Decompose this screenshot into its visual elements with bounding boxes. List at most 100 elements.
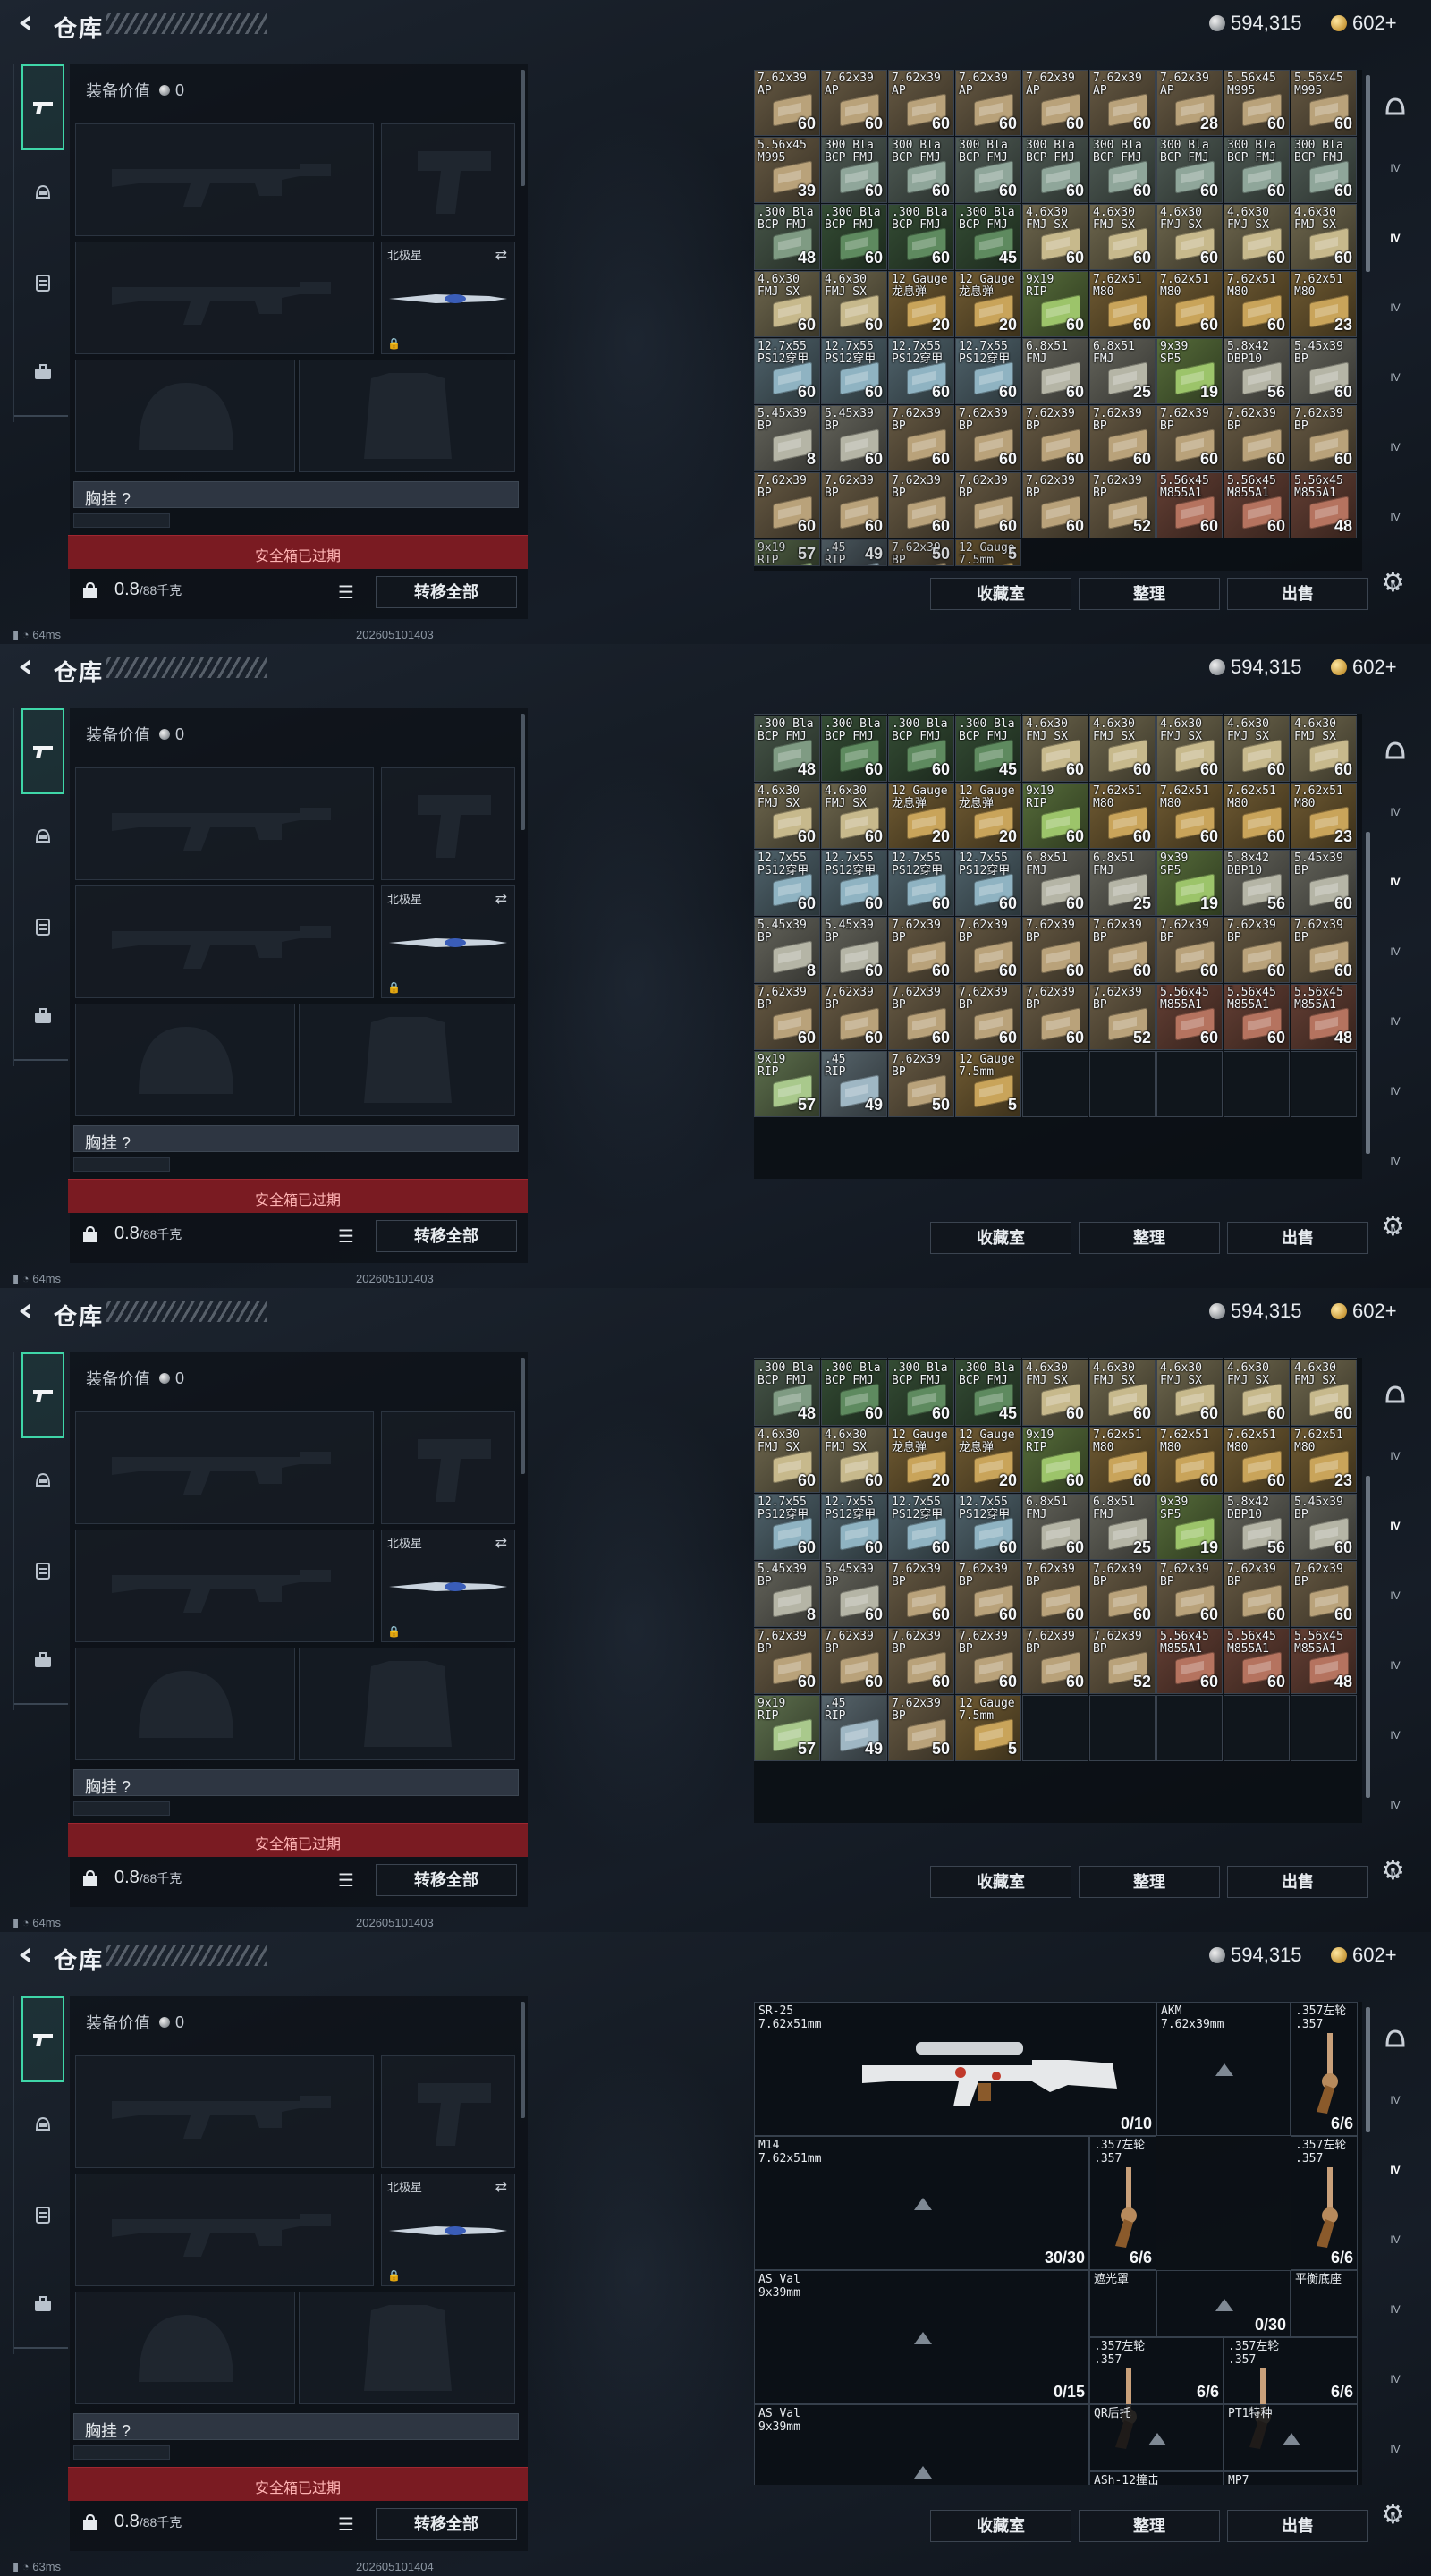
container-tab[interactable]: IV bbox=[1377, 1859, 1413, 1891]
container-tab[interactable]: IV bbox=[1377, 936, 1413, 968]
list-icon[interactable]: ☰ bbox=[338, 581, 354, 604]
nav-backpack[interactable] bbox=[21, 1639, 64, 1682]
ammo-item[interactable]: 300 Bla BCP FMJ60 bbox=[1022, 714, 1088, 715]
ammo-item[interactable]: 12 Gauge 龙息弹 20 bbox=[955, 271, 1021, 337]
ammo-item[interactable]: 7.62x39 AP 60 bbox=[955, 70, 1021, 136]
empty-slot[interactable] bbox=[1291, 1051, 1357, 1117]
ammo-item[interactable]: 5.45x39 BP 60 bbox=[1291, 1494, 1357, 1560]
ammo-item[interactable]: 4.6x30 FMJ SX 60 bbox=[1022, 716, 1088, 782]
weapon-item[interactable]: AS Val 9x39mm bbox=[754, 2404, 1089, 2485]
ammo-item[interactable]: 300 Bla BCP FMJ60 bbox=[955, 714, 1021, 715]
ammo-item[interactable]: 7.62x51 M80 60 bbox=[1224, 271, 1290, 337]
primary-weapon-slot[interactable] bbox=[75, 767, 374, 880]
ammo-item[interactable]: 7.62x39 BP 60 bbox=[955, 917, 1021, 983]
ammo-item[interactable]: 7.62x39 BP 60 bbox=[1291, 917, 1357, 983]
ammo-item[interactable]: 7.62x39 BP 60 bbox=[754, 984, 820, 1050]
ammo-item[interactable]: 7.62x39 BP 60 bbox=[1224, 405, 1290, 471]
armor-slot[interactable] bbox=[299, 1004, 515, 1116]
ammo-item[interactable]: 300 Bla BCP FMJ60 bbox=[1291, 137, 1357, 203]
ammo-item[interactable]: 7.62x39 BP 60 bbox=[1022, 472, 1088, 538]
ammo-item[interactable]: .300 Bla BCP FMJ 48 bbox=[754, 716, 820, 782]
ammo-item[interactable]: 5.56x45 M855A1 60 bbox=[1224, 472, 1290, 538]
ammo-item[interactable]: 4.6x30 FMJ SX 60 bbox=[1291, 716, 1357, 782]
nav-weapons[interactable] bbox=[21, 1352, 64, 1438]
ammo-item[interactable]: 7.62x39 BP 60 bbox=[1224, 917, 1290, 983]
ammo-item[interactable]: 7.62x39 BP 60 bbox=[1022, 1561, 1088, 1627]
ammo-item[interactable]: 12 Gauge 龙息弹 20 bbox=[888, 783, 954, 849]
ammo-item[interactable]: 4.6x30 FMJ SX 60 bbox=[1089, 1360, 1156, 1426]
container-tab[interactable]: IV bbox=[1377, 361, 1413, 394]
pistol-slot[interactable] bbox=[381, 123, 515, 236]
weapon-item[interactable]: .357左轮 .357 6/6 bbox=[1089, 2136, 1156, 2270]
ammo-item[interactable]: 7.62x39 BP 60 bbox=[888, 984, 954, 1050]
ammo-item[interactable]: 7.62x39 BP 52 bbox=[1089, 472, 1156, 538]
back-arrow-icon[interactable] bbox=[14, 657, 36, 678]
container-tab[interactable]: IV bbox=[1377, 571, 1413, 603]
safe-box-expired-bar[interactable]: 安全箱已过期 bbox=[68, 1823, 528, 1857]
container-tab[interactable]: IV bbox=[1377, 2572, 1413, 2576]
nav-weapons[interactable] bbox=[21, 708, 64, 794]
rig-slot[interactable] bbox=[73, 2445, 170, 2460]
sell-button[interactable]: 出售 bbox=[1227, 578, 1368, 610]
container-tab[interactable]: IV bbox=[1377, 501, 1413, 533]
empty-slot[interactable] bbox=[1022, 1695, 1088, 1761]
ammo-item[interactable]: 5.56x45 M99539 bbox=[754, 714, 820, 715]
ammo-item[interactable]: 9x19 RIP 57 bbox=[754, 1695, 820, 1761]
sort-button[interactable]: 整理 bbox=[1079, 1866, 1220, 1898]
ammo-item[interactable]: 4.6x30 FMJ SX 60 bbox=[1224, 1360, 1290, 1426]
ammo-item[interactable]: 300 Bla BCP FMJ60 bbox=[1156, 1358, 1223, 1359]
ammo-item[interactable]: .300 Bla BCP FMJ 60 bbox=[821, 1360, 887, 1426]
ammo-item[interactable]: 4.6x30 FMJ SX 60 bbox=[1089, 716, 1156, 782]
weapon-item[interactable]: MP7 独眼轻枪管 bbox=[1224, 2471, 1358, 2485]
ammo-item[interactable]: 4.6x30 FMJ SX 60 bbox=[1156, 1360, 1223, 1426]
ammo-item[interactable]: 12.7x55 PS12穿甲 60 bbox=[754, 850, 820, 916]
ammo-item[interactable]: 12 Gauge 7.5mm 5 bbox=[955, 1695, 1021, 1761]
ammo-item[interactable]: 5.8x42 DBP10 56 bbox=[1224, 338, 1290, 404]
ammo-item[interactable]: 7.62x51 M80 60 bbox=[1089, 271, 1156, 337]
helmet-tab-icon[interactable] bbox=[1377, 735, 1413, 767]
rig-slot[interactable] bbox=[73, 1157, 170, 1172]
sort-button[interactable]: 整理 bbox=[1079, 578, 1220, 610]
ammo-item[interactable]: 9x39 SP5 19 bbox=[1156, 850, 1223, 916]
ammo-item[interactable]: 12.7x55 PS12穿甲 60 bbox=[821, 850, 887, 916]
ammo-item[interactable]: 300 Bla BCP FMJ60 bbox=[888, 1358, 954, 1359]
chest-rig-bar[interactable]: 胸挂 ? bbox=[73, 1125, 519, 1152]
ammo-item[interactable]: 7.62x39 BP 60 bbox=[1224, 1561, 1290, 1627]
ammo-item[interactable]: 12 Gauge 7.5mm 5 bbox=[955, 539, 1021, 566]
ammo-item[interactable]: 12.7x55 PS12穿甲 60 bbox=[955, 338, 1021, 404]
ammo-item[interactable]: 7.62x39 BP 60 bbox=[754, 1628, 820, 1694]
ammo-item[interactable]: 7.62x39 AP 60 bbox=[1022, 70, 1088, 136]
ammo-item[interactable]: 300 Bla BCP FMJ60 bbox=[1224, 137, 1290, 203]
ammo-item[interactable]: 7.62x51 M80 60 bbox=[1089, 783, 1156, 849]
ammo-item[interactable]: 5.45x39 BP 8 bbox=[754, 917, 820, 983]
ammo-item[interactable]: 4.6x30 FMJ SX 60 bbox=[1291, 1360, 1357, 1426]
weapon-item[interactable]: .357左轮 .357 6/6 bbox=[1291, 2136, 1358, 2270]
container-tab[interactable]: IV bbox=[1377, 292, 1413, 324]
ammo-item[interactable]: 7.62x39 BP 60 bbox=[888, 1628, 954, 1694]
weapon-item[interactable]: AKM 7.62x39mm bbox=[1156, 2002, 1291, 2136]
ammo-item[interactable]: 7.62x39 AP 60 bbox=[888, 70, 954, 136]
gold-currency[interactable]: 602+ bbox=[1331, 12, 1397, 34]
ammo-item[interactable]: 5.56x45 M995 60 bbox=[1224, 70, 1290, 136]
ammo-item[interactable]: 7.62x39 BP 60 bbox=[1156, 917, 1223, 983]
container-tab[interactable]: IV bbox=[1377, 1075, 1413, 1107]
ammo-item[interactable]: 300 Bla BCP FMJ60 bbox=[821, 1358, 887, 1359]
ammo-item[interactable]: .300 Bla BCP FMJ 48 bbox=[754, 1360, 820, 1426]
primary-weapon-slot[interactable] bbox=[75, 2055, 374, 2168]
ammo-item[interactable]: 12.7x55 PS12穿甲 60 bbox=[955, 850, 1021, 916]
ammo-item[interactable]: 7.62x39 BP 60 bbox=[1156, 1561, 1223, 1627]
ammo-item[interactable]: 300 Bla BCP FMJ60 bbox=[1156, 714, 1223, 715]
ammo-item[interactable]: 7.62x39 BP 52 bbox=[1089, 984, 1156, 1050]
container-tab[interactable]: IV bbox=[1377, 1789, 1413, 1821]
ammo-item[interactable]: 12 Gauge 7.5mm 5 bbox=[955, 1051, 1021, 1117]
nav-armor[interactable] bbox=[21, 2104, 64, 2147]
ammo-item[interactable]: 300 Bla BCP FMJ60 bbox=[1291, 714, 1357, 715]
collection-room-button[interactable]: 收藏室 bbox=[930, 2510, 1071, 2542]
ammo-item[interactable]: 7.62x39 BP 60 bbox=[821, 472, 887, 538]
ammo-item[interactable]: 7.62x39 BP 60 bbox=[955, 405, 1021, 471]
ammo-item[interactable]: 5.45x39 BP 60 bbox=[1291, 850, 1357, 916]
helmet-slot[interactable] bbox=[75, 2292, 295, 2404]
ammo-item[interactable]: .45 RIP 49 bbox=[821, 1051, 887, 1117]
nav-armor[interactable] bbox=[21, 172, 64, 215]
knife-slot[interactable]: 北极星 ⇄ 🔒 bbox=[381, 2174, 515, 2286]
